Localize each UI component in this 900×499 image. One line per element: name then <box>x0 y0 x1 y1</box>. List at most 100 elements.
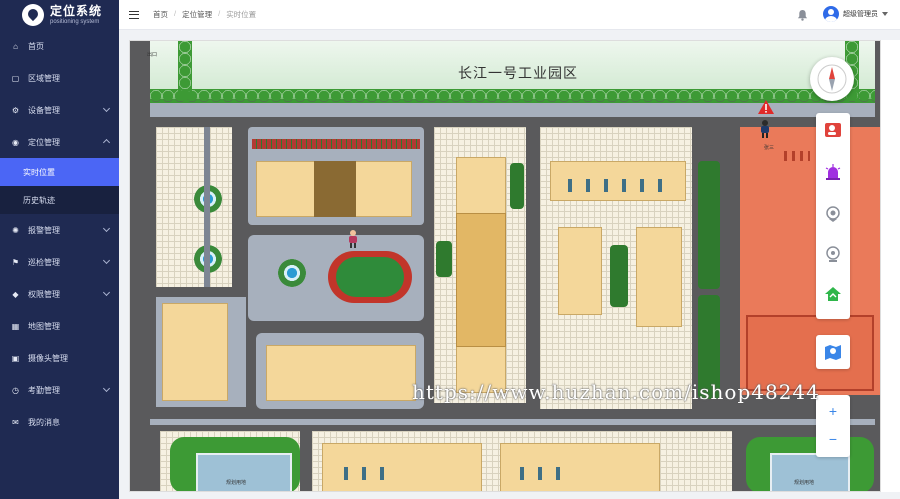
user-name: 超级管理员 <box>843 11 878 18</box>
person-alert-icon[interactable] <box>824 121 842 139</box>
breadcrumb-separator: / <box>218 9 221 18</box>
sidebar-item-label: 实时位置 <box>23 167 55 177</box>
camera-pin-icon[interactable] <box>824 205 842 223</box>
map-title: 长江一号工业园区 <box>458 65 578 81</box>
compass-icon <box>817 64 847 94</box>
app-title: 定位系统 <box>50 4 103 18</box>
building-core <box>314 161 356 217</box>
user-menu[interactable]: 超级管理员 <box>823 6 888 22</box>
sidebar-item-device[interactable]: ⚙ 设备管理 <box>0 94 119 126</box>
sidebar-item-alarm[interactable]: ✺ 报警管理 <box>0 214 119 246</box>
hedge <box>610 245 628 307</box>
area-icon: ▢ <box>11 73 20 83</box>
path <box>204 127 210 287</box>
hedge <box>436 241 452 277</box>
person-marker-icon[interactable] <box>345 229 361 249</box>
window <box>380 467 384 480</box>
building <box>636 227 682 327</box>
chevron-down-icon <box>102 288 111 297</box>
window <box>658 179 662 192</box>
sidebar-item-label: 设备管理 <box>28 105 60 115</box>
sidebar-menu: ⌂ 首页 ▢ 区域管理 ⚙ 设备管理 ◉ 定位管理 实时位置 历史轨迹 ✺ 报警… <box>0 30 119 438</box>
map-icon: ▦ <box>11 321 20 331</box>
sidebar: 定位系统 positioning system ⌂ 首页 ▢ 区域管理 ⚙ 设备… <box>0 0 119 499</box>
breadcrumb: 首页 / 定位管理 / 实时位置 <box>153 9 256 20</box>
patrol-icon: ⚑ <box>11 257 20 267</box>
warning-icon[interactable] <box>757 99 775 115</box>
zoom-control: + − <box>816 395 850 457</box>
breadcrumb-current: 实时位置 <box>226 10 257 19</box>
chevron-down-icon <box>102 256 111 265</box>
window <box>538 467 542 480</box>
watermark: https://www.huzhan.com/ishop48244 <box>412 380 820 404</box>
sidebar-item-location[interactable]: ◉ 定位管理 <box>0 126 119 158</box>
sidebar-item-area[interactable]: ▢ 区域管理 <box>0 62 119 94</box>
sidebar-item-label: 报警管理 <box>28 225 60 235</box>
sidebar-item-home[interactable]: ⌂ 首页 <box>0 30 119 62</box>
sidebar-item-permission[interactable]: ◆ 权限管理 <box>0 278 119 310</box>
sidebar-item-label: 摄像头管理 <box>28 353 68 363</box>
breadcrumb-home[interactable]: 首页 <box>153 9 168 20</box>
planned-land-label: 规划用地 <box>794 480 815 486</box>
map-icon <box>825 345 841 360</box>
planned-land <box>770 453 850 491</box>
building <box>558 227 602 315</box>
sidebar-item-label: 历史轨迹 <box>23 195 55 205</box>
road <box>150 419 875 425</box>
hedge <box>510 163 524 209</box>
sidebar-item-message[interactable]: ✉ 我的消息 <box>0 406 119 438</box>
breadcrumb-separator: / <box>174 9 177 18</box>
bench-row <box>252 139 420 149</box>
building-core <box>456 213 506 347</box>
home-icon: ⌂ <box>13 41 18 51</box>
sidebar-item-map[interactable]: ▦ 地图管理 <box>0 310 119 342</box>
breadcrumb-location[interactable]: 定位管理 <box>182 9 212 20</box>
beacon-icon[interactable] <box>824 245 842 263</box>
sidebar-item-patrol[interactable]: ⚑ 巡检管理 <box>0 246 119 278</box>
app-root: 定位系统 positioning system ⌂ 首页 ▢ 区域管理 ⚙ 设备… <box>0 0 900 499</box>
sidebar-item-label: 定位管理 <box>28 137 60 147</box>
window <box>568 179 572 192</box>
sports-field <box>336 257 404 297</box>
attendance-icon: ◷ <box>12 385 19 395</box>
parking-marks <box>784 151 810 161</box>
logo: 定位系统 positioning system <box>0 0 119 30</box>
sidebar-item-label: 权限管理 <box>28 289 60 299</box>
map-view-button[interactable] <box>816 335 850 369</box>
location-icon: ◉ <box>12 137 19 147</box>
compass-control[interactable] <box>810 57 854 101</box>
window <box>640 179 644 192</box>
zoom-in-button[interactable]: + <box>816 403 850 419</box>
logo-icon <box>22 4 44 26</box>
hedge <box>698 161 720 289</box>
chevron-down-icon <box>102 224 111 233</box>
sidebar-item-label: 区域管理 <box>28 73 60 83</box>
bell-icon[interactable] <box>797 9 808 21</box>
sidebar-item-attendance[interactable]: ◷ 考勤管理 <box>0 374 119 406</box>
building <box>162 303 228 401</box>
sidebar-subitem-history[interactable]: 历史轨迹 <box>0 186 119 214</box>
window <box>622 179 626 192</box>
page-margin <box>881 40 900 492</box>
sidebar-item-label: 首页 <box>28 41 44 51</box>
menu-toggle-icon[interactable] <box>129 10 139 19</box>
corner-label: 出口 <box>147 52 158 58</box>
shield-icon: ◆ <box>12 289 19 299</box>
map-canvas[interactable]: 长江一号工业园区 出口 张三 规划用地 规划用地 + − https://www… <box>129 40 881 492</box>
person-alarm-marker-icon[interactable] <box>757 119 773 139</box>
alarm-light-icon[interactable] <box>824 163 842 181</box>
zoom-out-button[interactable]: − <box>816 431 850 447</box>
sidebar-item-camera[interactable]: ▣ 摄像头管理 <box>0 342 119 374</box>
map-toolbar <box>816 113 850 319</box>
app-subtitle: positioning system <box>50 19 100 25</box>
area-home-icon[interactable] <box>824 285 842 303</box>
alarm-icon: ✺ <box>12 225 19 235</box>
planned-land-label: 规划用地 <box>226 480 247 486</box>
sidebar-item-label: 地图管理 <box>28 321 60 331</box>
sidebar-subitem-realtime[interactable]: 实时位置 <box>0 158 119 186</box>
window <box>604 179 608 192</box>
topbar: 首页 / 定位管理 / 实时位置 超级管理员 <box>119 0 900 30</box>
caret-down-icon <box>882 12 888 16</box>
planned-land <box>196 453 292 491</box>
building <box>266 345 416 401</box>
